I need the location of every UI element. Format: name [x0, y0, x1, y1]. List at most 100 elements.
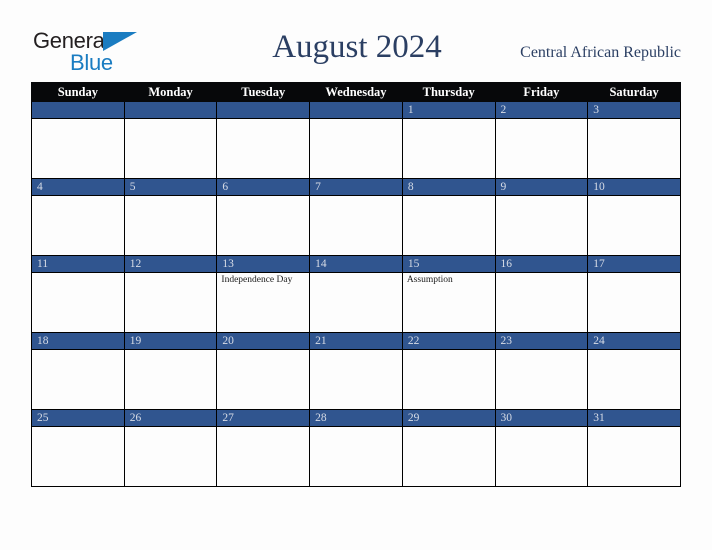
day-number: 11: [32, 256, 124, 273]
day-events: [403, 119, 495, 121]
day-events: [310, 350, 402, 352]
day-cell-inner: 13 Independence Day: [217, 256, 310, 332]
day-cell-inner: 19: [124, 333, 217, 409]
day-number: 29: [402, 410, 495, 427]
calendar-day-cell[interactable]: 2: [494, 101, 589, 179]
calendar-day-cell[interactable]: 15 Assumption: [401, 255, 496, 333]
calendar-day-cell[interactable]: 29: [401, 409, 496, 487]
day-events: [217, 196, 309, 198]
day-number: 1: [402, 102, 495, 119]
calendar-day-cell[interactable]: 26: [123, 409, 218, 487]
day-events: [32, 196, 124, 198]
day-cell-inner: [32, 102, 124, 178]
day-cell-inner: 28: [310, 410, 402, 486]
calendar-day-cell[interactable]: [309, 101, 403, 179]
day-cell-inner: 30: [495, 410, 588, 486]
weekday-header-row: Sunday Monday Tuesday Wednesday Thursday…: [31, 82, 681, 102]
day-cell-inner: 23: [495, 333, 588, 409]
calendar-day-cell[interactable]: 22: [401, 332, 496, 410]
day-cell-inner: [124, 102, 217, 178]
day-number: 24: [588, 333, 680, 350]
day-number: 17: [588, 256, 680, 273]
calendar-day-cell[interactable]: 31: [587, 409, 681, 487]
holiday-event: Independence Day: [221, 275, 293, 285]
day-events: [588, 196, 680, 198]
day-cell-inner: 14: [310, 256, 402, 332]
day-cell-inner: 20: [217, 333, 310, 409]
page-header: General Blue August 2024 Central African…: [0, 0, 712, 82]
day-cell-inner: 2: [495, 102, 588, 178]
calendar-day-cell[interactable]: [31, 101, 125, 179]
day-events: [217, 350, 309, 352]
day-number: 4: [32, 179, 124, 196]
calendar-day-cell[interactable]: 21: [309, 332, 403, 410]
day-cell-inner: 24: [588, 333, 680, 409]
day-number: 3: [588, 102, 680, 119]
day-number: 26: [124, 410, 217, 427]
logo-text-blue: Blue: [70, 50, 113, 75]
calendar-day-cell[interactable]: 19: [123, 332, 218, 410]
day-cell-inner: 8: [402, 179, 495, 255]
calendar-day-cell[interactable]: 3: [587, 101, 681, 179]
day-number: 5: [124, 179, 217, 196]
calendar-day-cell[interactable]: 28: [309, 409, 403, 487]
calendar-day-cell[interactable]: 12: [123, 255, 218, 333]
day-events: [496, 196, 588, 198]
day-number: 12: [124, 256, 217, 273]
calendar-day-cell[interactable]: 11: [31, 255, 125, 333]
calendar-day-cell[interactable]: 6: [216, 178, 311, 256]
day-cell-inner: 16: [495, 256, 588, 332]
day-number: 20: [217, 333, 310, 350]
general-blue-logo[interactable]: General Blue: [33, 30, 213, 78]
day-events: [32, 273, 124, 275]
calendar-day-cell[interactable]: 4: [31, 178, 125, 256]
calendar-day-cell[interactable]: 8: [401, 178, 496, 256]
weekday-header-thursday: Thursday: [401, 82, 496, 102]
day-number: 19: [124, 333, 217, 350]
calendar-day-cell[interactable]: 27: [216, 409, 311, 487]
calendar-day-cell[interactable]: 16: [494, 255, 589, 333]
day-events: [32, 119, 124, 121]
day-cell-inner: 9: [495, 179, 588, 255]
calendar-day-cell[interactable]: 23: [494, 332, 589, 410]
calendar-day-cell[interactable]: 10: [587, 178, 681, 256]
calendar-day-cell[interactable]: 25: [31, 409, 125, 487]
day-number: 21: [310, 333, 402, 350]
calendar-day-cell[interactable]: 5: [123, 178, 218, 256]
calendar-day-cell[interactable]: 24: [587, 332, 681, 410]
day-events: [310, 119, 402, 121]
day-number: 7: [310, 179, 402, 196]
day-cell-inner: 5: [124, 179, 217, 255]
day-events: Independence Day: [217, 273, 309, 287]
day-number: 25: [32, 410, 124, 427]
blue-triangle-icon: [103, 32, 137, 51]
day-cell-inner: 22: [402, 333, 495, 409]
calendar-day-cell[interactable]: 14: [309, 255, 403, 333]
day-cell-inner: 25: [32, 410, 124, 486]
day-number: 30: [495, 410, 588, 427]
calendar-day-cell[interactable]: 17: [587, 255, 681, 333]
day-cell-inner: 26: [124, 410, 217, 486]
day-events: Assumption: [403, 273, 495, 287]
calendar-day-cell[interactable]: [216, 101, 311, 179]
calendar-day-cell[interactable]: 20: [216, 332, 311, 410]
calendar-day-cell[interactable]: 13 Independence Day: [216, 255, 311, 333]
day-number: 6: [217, 179, 310, 196]
day-events: [403, 350, 495, 352]
calendar-day-cell[interactable]: 7: [309, 178, 403, 256]
day-number: 14: [310, 256, 402, 273]
day-number: [310, 102, 402, 119]
country-label: Central African Republic: [520, 44, 681, 61]
day-number: 16: [495, 256, 588, 273]
day-number: 31: [588, 410, 680, 427]
day-events: [310, 427, 402, 429]
calendar-day-cell[interactable]: 30: [494, 409, 589, 487]
calendar-day-cell[interactable]: 9: [494, 178, 589, 256]
calendar-day-cell[interactable]: [123, 101, 218, 179]
day-cell-inner: 12: [124, 256, 217, 332]
calendar-day-cell[interactable]: 18: [31, 332, 125, 410]
calendar-week-row: 18 19 20 21 22 23 24: [31, 332, 681, 410]
day-cell-inner: 11: [32, 256, 124, 332]
calendar-day-cell[interactable]: 1: [401, 101, 496, 179]
day-events: [310, 196, 402, 198]
